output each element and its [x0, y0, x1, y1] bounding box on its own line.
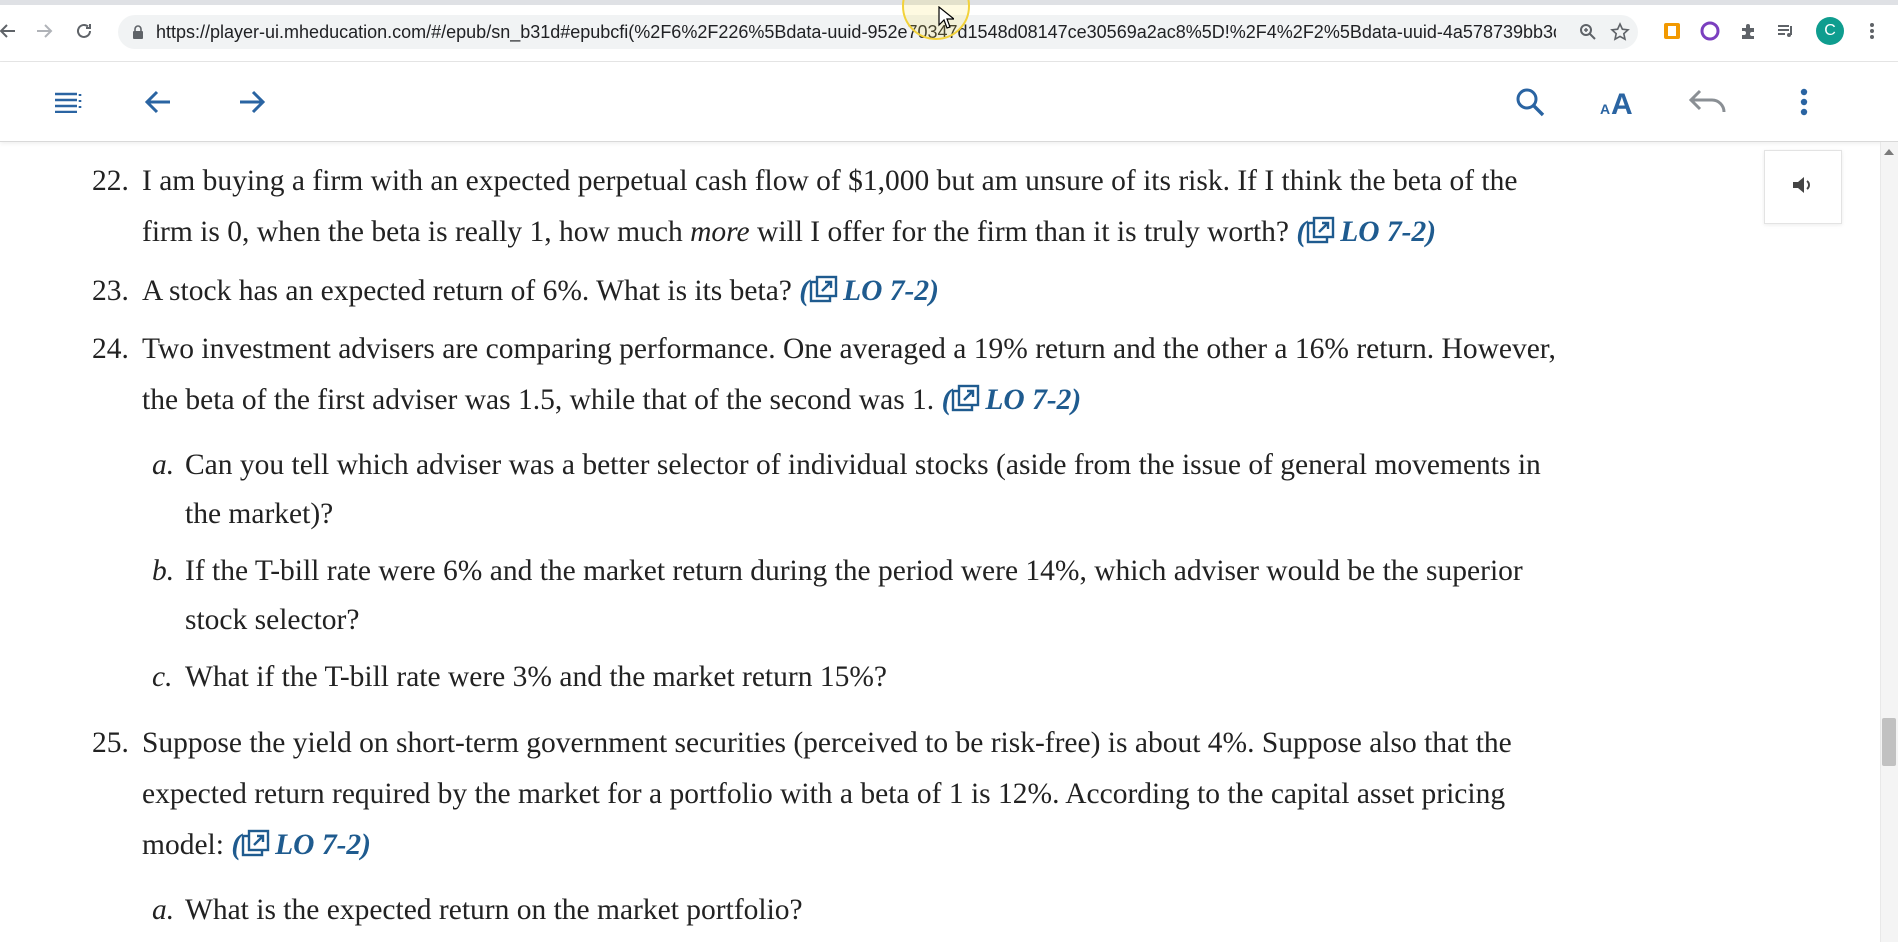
problem-text: A stock has an expected return of 6%. Wh…	[142, 275, 792, 307]
subpart-24a: a. Can you tell which adviser was a bett…	[152, 441, 1772, 539]
svg-text:A: A	[1611, 88, 1633, 117]
learning-objective-link[interactable]: (LO 7-2)	[799, 275, 939, 307]
url-text[interactable]: https://player-ui.mheducation.com/#/epub…	[156, 22, 1556, 43]
problem-text: I am buying a firm with an expected perp…	[142, 165, 1518, 197]
subpart-letter: c.	[152, 661, 173, 693]
problem-text: the beta of the first adviser was 1.5, w…	[142, 384, 935, 416]
problem-number: 24.	[92, 333, 129, 365]
reader-toolbar: AA	[0, 62, 1898, 142]
subpart-24c: c. What if the T-bill rate were 3% and t…	[152, 653, 1772, 702]
problem-text: Two investment advisers are comparing pe…	[142, 333, 1556, 365]
forward-icon[interactable]	[30, 17, 58, 45]
subpart-text: Can you tell which adviser was a better …	[185, 449, 1541, 481]
reload-icon[interactable]	[70, 17, 98, 45]
extension-icon[interactable]	[1660, 19, 1684, 43]
back-icon[interactable]	[0, 17, 22, 45]
problem-25: 25. Suppose the yield on short-term gove…	[92, 718, 1792, 874]
learning-objective-link[interactable]: (LO 7-2)	[1296, 216, 1436, 248]
problem-text: model:	[142, 829, 224, 861]
problem-text: expected return required by the market f…	[142, 778, 1506, 810]
subpart-letter: b.	[152, 555, 175, 587]
problem-number: 22.	[92, 165, 129, 197]
external-link-icon	[241, 823, 271, 874]
mouse-cursor-icon	[938, 5, 956, 35]
reader-content: 22. I am buying a firm with an expected …	[0, 142, 1880, 942]
scrollbar-thumb[interactable]	[1882, 718, 1896, 766]
browser-menu-icon[interactable]	[1860, 19, 1884, 43]
subpart-text: What if the T-bill rate were 3% and the …	[185, 661, 887, 693]
problem-number: 25.	[92, 727, 129, 759]
problem-number: 23.	[92, 275, 129, 307]
problem-text: will I offer for the firm than it is tru…	[757, 216, 1289, 248]
problem-24: 24. Two investment advisers are comparin…	[92, 324, 1792, 429]
subpart-25a: a. What is the expected return on the ma…	[152, 886, 1772, 935]
external-link-icon	[1306, 210, 1336, 261]
menu-icon[interactable]	[48, 82, 88, 122]
subpart-letter: a.	[152, 449, 175, 481]
subpart-text: stock selector?	[185, 604, 360, 636]
text-size-icon[interactable]: AA	[1598, 82, 1638, 122]
zoom-icon[interactable]	[1578, 22, 1598, 42]
scrollbar[interactable]	[1880, 142, 1898, 942]
previous-icon[interactable]	[138, 82, 178, 122]
subpart-text: What is the expected return on the marke…	[185, 894, 803, 926]
subpart-text: If the T-bill rate were 6% and the marke…	[185, 555, 1523, 587]
media-icon[interactable]	[1774, 19, 1798, 43]
avatar[interactable]: C	[1816, 17, 1844, 45]
speaker-icon	[1791, 174, 1815, 201]
external-link-icon	[809, 269, 839, 320]
problem-text: firm is 0, when the beta is really 1, ho…	[142, 216, 683, 248]
problem-22: 22. I am buying a firm with an expected …	[92, 156, 1792, 261]
return-icon[interactable]	[1688, 82, 1728, 122]
search-icon[interactable]	[1510, 82, 1550, 122]
puzzle-icon[interactable]	[1736, 19, 1760, 43]
emphasis-text: more	[690, 216, 750, 248]
lock-icon[interactable]	[132, 24, 146, 40]
audio-button[interactable]	[1764, 150, 1842, 224]
learning-objective-link[interactable]: (LO 7-2)	[942, 384, 1082, 416]
subpart-24b: b. If the T-bill rate were 6% and the ma…	[152, 547, 1772, 645]
subpart-text: the market)?	[185, 498, 334, 530]
scroll-up-icon[interactable]	[1882, 146, 1896, 158]
github-icon[interactable]	[1698, 19, 1722, 43]
problem-text: Suppose the yield on short-term governme…	[142, 727, 1512, 759]
external-link-icon	[951, 378, 981, 429]
next-icon[interactable]	[232, 82, 272, 122]
more-icon[interactable]	[1784, 82, 1824, 122]
address-bar[interactable]: https://player-ui.mheducation.com/#/epub…	[118, 15, 1638, 49]
svg-text:A: A	[1600, 101, 1610, 117]
learning-objective-link[interactable]: (LO 7-2)	[231, 829, 371, 861]
star-icon[interactable]	[1610, 22, 1630, 42]
problem-23: 23. A stock has an expected return of 6%…	[92, 266, 1792, 320]
subpart-letter: a.	[152, 894, 175, 926]
